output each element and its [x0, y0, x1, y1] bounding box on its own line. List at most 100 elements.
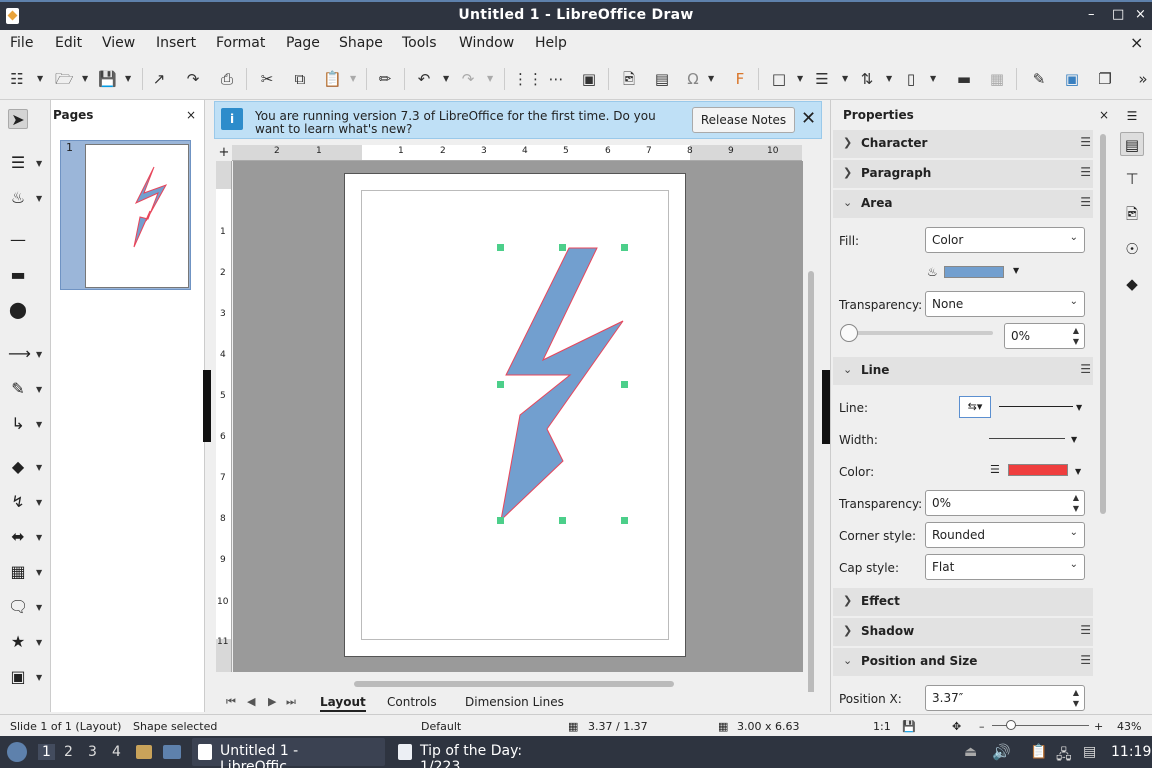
insert-image-icon[interactable]: 🖻 [620, 70, 638, 88]
chevron-down-icon[interactable]: ▼ [125, 70, 131, 88]
arrange-icon[interactable]: ⇅ [858, 70, 876, 88]
menu-file[interactable]: File [10, 35, 33, 51]
chevron-down-icon[interactable]: ▼ [930, 70, 936, 88]
section-line[interactable]: ⌄ Line ☰ [833, 357, 1093, 385]
flowchart-icon[interactable]: ▦ [8, 562, 28, 582]
chevron-down-icon[interactable]: ▼ [1071, 435, 1077, 444]
fontwork-icon[interactable]: F [731, 70, 749, 88]
drawing-page[interactable] [344, 173, 686, 657]
symbol-shapes-icon[interactable]: ↯ [8, 492, 28, 512]
export-pdf-icon[interactable]: ↷ [184, 70, 202, 88]
chevron-down-icon[interactable]: ▼ [36, 350, 42, 359]
gallery-deck-icon[interactable]: 🖻 [1120, 202, 1144, 226]
pages-panel-splitter[interactable] [203, 370, 211, 442]
notification-icon[interactable]: ▤ [1083, 744, 1096, 760]
menu-shape[interactable]: Shape [339, 35, 383, 51]
grid-icon[interactable]: ⋮⋮ [513, 70, 543, 88]
chevron-down-icon[interactable]: ▼ [36, 194, 42, 203]
menu-tools[interactable]: Tools [402, 35, 437, 51]
zoom-pan-icon[interactable]: ▣ [580, 70, 598, 88]
close-properties-button[interactable]: × [1099, 108, 1109, 122]
chevron-down-icon[interactable]: ▼ [36, 385, 42, 394]
shadow-icon[interactable]: ▬ [955, 70, 973, 88]
taskbar-window-tip[interactable]: Tip of the Day: 1/223 [392, 738, 572, 768]
special-character-icon[interactable]: Ω [684, 70, 702, 88]
toggle-extrusion-icon[interactable]: ❐ [1096, 70, 1114, 88]
zoom-out-button[interactable]: – [979, 720, 985, 733]
helplines-icon[interactable]: ⋯ [547, 70, 565, 88]
chevron-down-icon[interactable]: ▼ [36, 568, 42, 577]
chevron-down-icon[interactable]: ▼ [443, 70, 449, 88]
insert-text-box-icon[interactable]: ▤ [653, 70, 671, 88]
properties-deck-icon[interactable]: ▤ [1120, 132, 1144, 156]
more-options-icon[interactable]: ☰ [1080, 362, 1091, 376]
master-page-status[interactable]: Default [421, 720, 461, 733]
menu-format[interactable]: Format [216, 35, 265, 51]
vertical-scrollbar[interactable] [803, 161, 819, 711]
more-options-icon[interactable]: ☰ [1080, 653, 1091, 667]
area-transparency-spinbox[interactable]: 0% ▲ ▼ [1004, 323, 1085, 349]
workspace-1[interactable]: 1 [38, 744, 55, 760]
section-effect[interactable]: ❯ Effect [833, 588, 1093, 616]
section-character[interactable]: ❯ Character ☰ [833, 130, 1093, 158]
vertical-ruler[interactable]: 1 2 3 4 5 6 7 8 9 10 11 [216, 161, 232, 672]
horizontal-scrollbar[interactable] [218, 676, 802, 692]
chevron-down-icon[interactable]: ▼ [36, 420, 42, 429]
last-tab-button[interactable]: ⏭ [286, 695, 296, 709]
chevron-down-icon[interactable]: ▼ [36, 673, 42, 682]
clipboard-icon[interactable]: 📋 [1030, 744, 1047, 760]
sidebar-splitter[interactable] [822, 370, 830, 444]
distribute-icon[interactable]: ▯ [902, 70, 920, 88]
fill-color-swatch[interactable] [944, 266, 1004, 278]
properties-scrollbar[interactable] [1098, 134, 1108, 706]
glue-points-icon[interactable]: ▣ [1063, 70, 1081, 88]
more-options-icon[interactable]: ☰ [1080, 623, 1091, 637]
align-objects-icon[interactable]: ☰ [813, 70, 831, 88]
print-icon[interactable]: ⎙ [218, 70, 236, 88]
zoom-in-button[interactable]: + [1094, 720, 1103, 733]
line-tool-icon[interactable]: — [8, 230, 28, 250]
stars-icon[interactable]: ★ [8, 632, 28, 652]
chevron-down-icon[interactable]: ▼ [487, 70, 493, 88]
spin-arrows-icon[interactable]: ▲ ▼ [1073, 687, 1079, 709]
show-desktop-icon[interactable] [163, 745, 181, 759]
callouts-icon[interactable]: 🗨 [8, 597, 28, 617]
line-transparency-spinbox[interactable]: 0% ▲ ▼ [925, 490, 1085, 516]
points-icon[interactable]: ✎ [1030, 70, 1048, 88]
line-color-icon[interactable]: ☰ [8, 153, 28, 173]
scrollbar-thumb[interactable] [808, 271, 814, 711]
fill-color-icon[interactable]: ♨ [8, 188, 28, 208]
chevron-down-icon[interactable]: ▼ [1013, 266, 1019, 275]
chevron-down-icon[interactable]: ▼ [36, 159, 42, 168]
more-options-icon[interactable]: ☰ [1080, 135, 1091, 149]
shapes-deck-icon[interactable]: ◆ [1120, 272, 1144, 296]
chevron-down-icon[interactable]: ▼ [82, 70, 88, 88]
crop-icon[interactable]: ▦ [988, 70, 1006, 88]
chevron-down-icon[interactable]: ▼ [36, 638, 42, 647]
workspace-2[interactable]: 2 [64, 744, 73, 760]
chevron-down-icon[interactable]: ▼ [36, 498, 42, 507]
section-paragraph[interactable]: ❯ Paragraph ☰ [833, 160, 1093, 188]
transformations-icon[interactable]: □ [770, 70, 788, 88]
lines-arrows-icon[interactable]: ⟶ [8, 344, 31, 364]
section-area[interactable]: ⌄ Area ☰ [833, 190, 1093, 218]
maximize-button[interactable]: □ [1112, 7, 1124, 22]
taskbar-window-draw[interactable]: Untitled 1 - LibreOffic... [192, 738, 385, 768]
export-icon[interactable]: ↗ [150, 70, 168, 88]
styles-deck-icon[interactable]: ⊤ [1120, 167, 1144, 191]
open-folder-icon[interactable]: 🗁 [55, 70, 74, 88]
tab-dimension-lines[interactable]: Dimension Lines [465, 695, 564, 709]
horizontal-ruler[interactable]: 2 1 1 1 2 3 4 5 6 7 8 9 10 [232, 145, 802, 161]
close-document-button[interactable]: × [1130, 33, 1143, 52]
section-shadow[interactable]: ❯ Shadow ☰ [833, 618, 1093, 646]
chevron-down-icon[interactable]: ▼ [350, 70, 356, 88]
next-tab-button[interactable]: ▶ [268, 695, 276, 708]
eject-icon[interactable]: ⏏ [964, 744, 977, 760]
paste-icon[interactable]: 📋 [323, 70, 342, 88]
line-color-swatch[interactable] [1008, 464, 1068, 476]
navigator-deck-icon[interactable]: ☉ [1120, 237, 1144, 261]
line-style-preview[interactable] [999, 406, 1073, 407]
release-notes-button[interactable]: Release Notes [692, 107, 795, 133]
fill-type-dropdown[interactable]: Color ⌄ [925, 227, 1085, 253]
selected-shape-layer[interactable] [345, 174, 687, 658]
